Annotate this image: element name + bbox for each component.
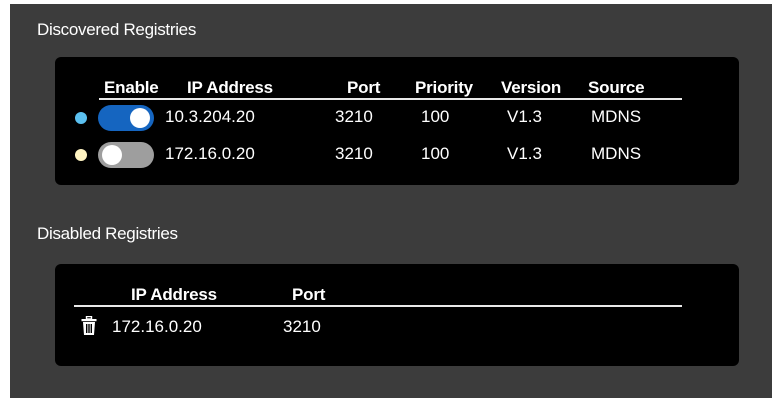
enable-toggle[interactable] xyxy=(98,105,154,131)
discovered-registries-title: Discovered Registries xyxy=(37,20,197,39)
registry-ip: 10.3.204.20 xyxy=(165,107,255,126)
registry-priority: 100 xyxy=(421,144,450,163)
header-divider xyxy=(74,305,682,307)
registries-panel: Discovered Registries Enable IP Address … xyxy=(10,4,772,398)
status-dot xyxy=(75,112,87,124)
header-divider xyxy=(99,98,682,100)
registry-port: 3210 xyxy=(335,107,373,126)
disabled-registry-port: 3210 xyxy=(283,317,321,336)
toggle-knob xyxy=(130,108,150,128)
disabled-registries-title: Disabled Registries xyxy=(37,224,178,243)
registry-version: V1.3 xyxy=(507,107,542,126)
discovered-registries-table: Enable IP Address Port Priority Version … xyxy=(55,57,739,185)
registry-source: MDNS xyxy=(591,107,642,126)
header-port: Port xyxy=(347,78,381,97)
header-source: Source xyxy=(588,78,645,97)
header-version: Version xyxy=(501,78,562,97)
disabled-registries-table: IP Address Port 172.16.0.20 3210 xyxy=(55,264,739,366)
registry-source: MDNS xyxy=(591,144,642,163)
disabled-registry-ip: 172.16.0.20 xyxy=(112,317,202,336)
registry-ip: 172.16.0.20 xyxy=(165,144,255,163)
header-ip-address: IP Address xyxy=(131,285,217,304)
enable-toggle[interactable] xyxy=(98,142,154,168)
status-dot xyxy=(75,149,87,161)
trash-icon[interactable] xyxy=(81,315,97,341)
registry-port: 3210 xyxy=(335,144,373,163)
trash-icon-glyph xyxy=(81,315,97,335)
header-port: Port xyxy=(292,285,326,304)
registry-version: V1.3 xyxy=(507,144,542,163)
toggle-knob xyxy=(102,145,122,165)
header-priority: Priority xyxy=(415,78,473,97)
header-enable: Enable xyxy=(104,78,159,97)
registry-priority: 100 xyxy=(421,107,450,126)
header-ip-address: IP Address xyxy=(187,78,273,97)
